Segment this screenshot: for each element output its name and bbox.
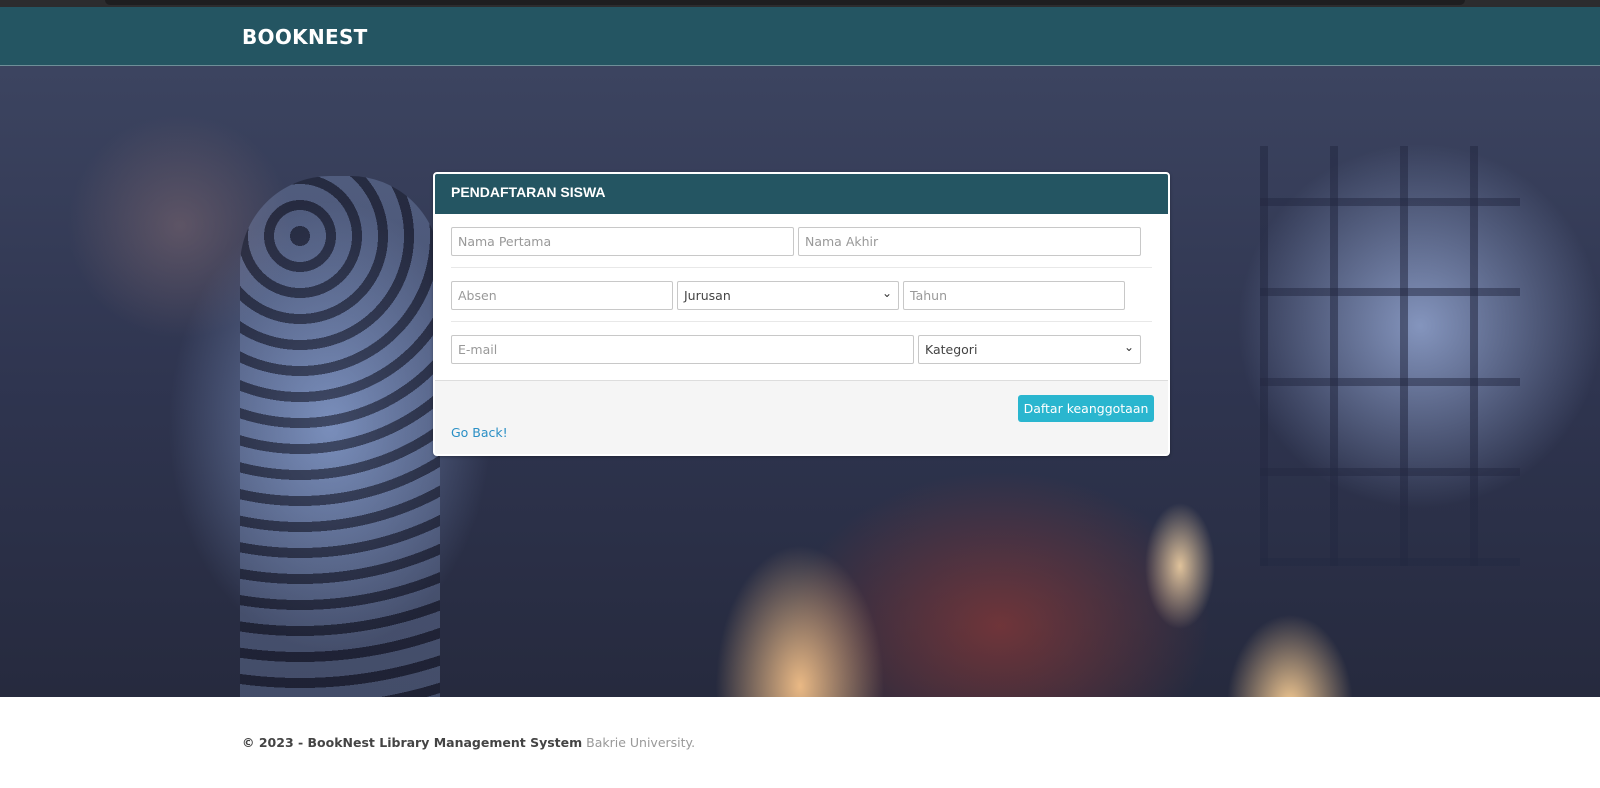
chevron-down-icon: ⌄ xyxy=(1123,340,1134,354)
form-row-name: Nama Pertama Nama Akhir xyxy=(451,214,1152,268)
jurusan-select[interactable]: Jurusan ⌄ xyxy=(677,281,899,310)
absen-input[interactable]: Absen xyxy=(451,281,673,310)
panel-body: Nama Pertama Nama Akhir Absen Jurusan ⌄ … xyxy=(435,214,1168,378)
panel-title: PENDAFTARAN SISWA xyxy=(451,184,606,200)
panel-footer: Daftar keanggotaan Go Back! xyxy=(435,380,1168,454)
browser-tab-edge xyxy=(105,0,1465,5)
tahun-input[interactable]: Tahun xyxy=(903,281,1125,310)
kategori-select-value: Kategori xyxy=(925,342,978,357)
register-membership-button[interactable]: Daftar keanggotaan xyxy=(1018,395,1154,422)
panel-heading: PENDAFTARAN SISWA xyxy=(435,174,1168,214)
navbar: BOOKNEST xyxy=(0,7,1600,66)
jurusan-select-value: Jurusan xyxy=(684,288,731,303)
email-input[interactable]: E-mail xyxy=(451,335,914,364)
window-pane-decoration xyxy=(1260,146,1520,566)
brand-logo[interactable]: BOOKNEST xyxy=(242,25,368,49)
footer-text: © 2023 - BookNest Library Management Sys… xyxy=(242,735,695,750)
form-row-contact: E-mail Kategori ⌄ xyxy=(451,322,1152,376)
form-row-class: Absen Jurusan ⌄ Tahun xyxy=(451,268,1152,322)
lattice-window-decoration xyxy=(240,176,440,697)
page-footer: © 2023 - BookNest Library Management Sys… xyxy=(0,697,1600,788)
footer-copyright: © 2023 - BookNest Library Management Sys… xyxy=(242,735,583,750)
chevron-down-icon: ⌄ xyxy=(881,286,892,300)
kategori-select[interactable]: Kategori ⌄ xyxy=(918,335,1141,364)
browser-top-strip xyxy=(0,0,1600,7)
go-back-link[interactable]: Go Back! xyxy=(451,425,508,440)
footer-organization: Bakrie University. xyxy=(586,735,696,750)
first-name-input[interactable]: Nama Pertama xyxy=(451,227,794,256)
registration-panel: PENDAFTARAN SISWA Nama Pertama Nama Akhi… xyxy=(433,172,1170,456)
last-name-input[interactable]: Nama Akhir xyxy=(798,227,1141,256)
